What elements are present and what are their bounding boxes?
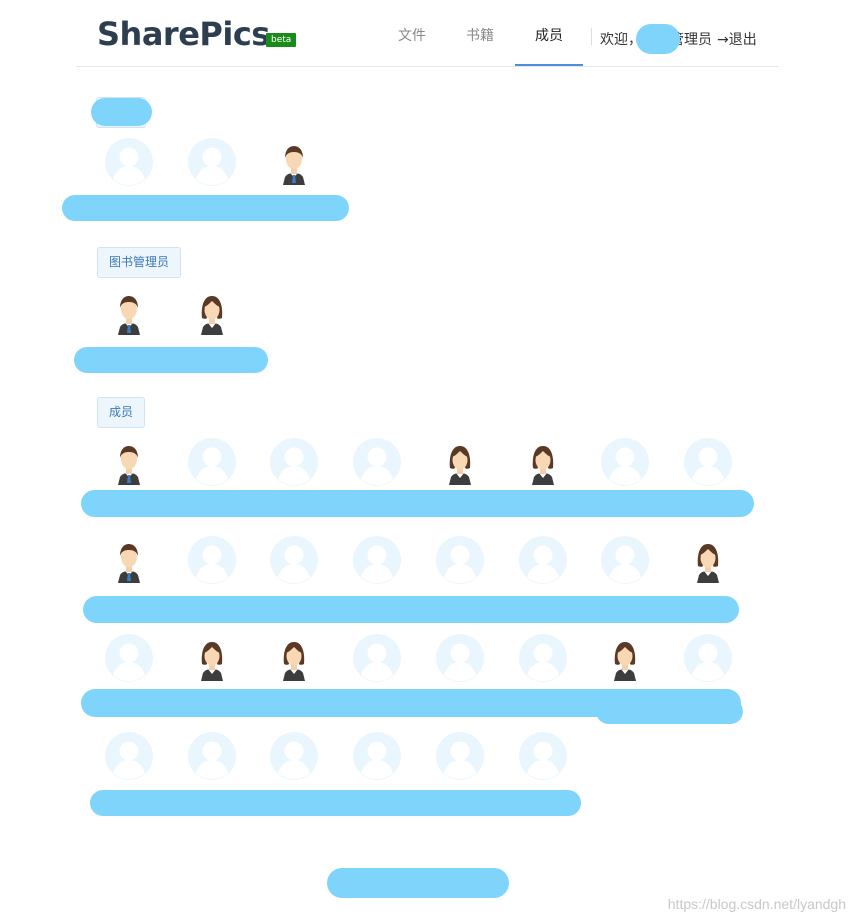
default-avatar-icon[interactable] [601, 438, 649, 486]
default-avatar-icon[interactable] [105, 138, 153, 186]
default-avatar-icon[interactable] [105, 634, 153, 682]
tab-files[interactable]: 文件 [382, 0, 442, 66]
redaction-names-row [81, 490, 754, 517]
redaction-names-row [90, 790, 581, 816]
female-avatar-icon[interactable] [519, 438, 567, 486]
redaction-group-tag [91, 98, 152, 126]
redaction-footer [327, 868, 509, 898]
default-avatar-icon[interactable] [519, 536, 567, 584]
group-tag-members: 成员 [97, 397, 146, 428]
default-avatar-icon[interactable] [601, 536, 649, 584]
default-avatar-icon[interactable] [519, 634, 567, 682]
default-avatar-icon[interactable] [353, 536, 401, 584]
default-avatar-icon[interactable] [105, 732, 153, 780]
beta-badge: beta [266, 33, 297, 47]
female-avatar-icon[interactable] [270, 634, 318, 682]
redaction-names-row [83, 596, 739, 623]
female-avatar-icon[interactable] [188, 634, 236, 682]
redaction-names-row [74, 347, 268, 373]
default-avatar-icon[interactable] [188, 438, 236, 486]
default-avatar-icon[interactable] [188, 536, 236, 584]
default-avatar-icon[interactable] [270, 438, 318, 486]
male-avatar-icon[interactable] [105, 438, 153, 486]
watermark: https://blog.csdn.net/lyandgh [667, 896, 846, 912]
female-avatar-icon[interactable] [684, 536, 732, 584]
default-avatar-icon[interactable] [188, 732, 236, 780]
female-avatar-icon[interactable] [188, 288, 236, 336]
logout-link[interactable]: →退出 [717, 29, 757, 49]
default-avatar-icon[interactable] [436, 536, 484, 584]
default-avatar-icon[interactable] [436, 732, 484, 780]
male-avatar-icon[interactable] [105, 536, 153, 584]
default-avatar-icon[interactable] [436, 634, 484, 682]
default-avatar-icon[interactable] [188, 138, 236, 186]
default-avatar-icon[interactable] [684, 634, 732, 682]
tab-books[interactable]: 书籍 [450, 0, 510, 66]
default-avatar-icon[interactable] [270, 732, 318, 780]
redaction-names-row [62, 195, 349, 221]
tab-members[interactable]: 成员 [515, 0, 583, 66]
male-avatar-icon[interactable] [270, 138, 318, 186]
default-avatar-icon[interactable] [353, 438, 401, 486]
app-logo[interactable]: SharePics [97, 15, 270, 53]
default-avatar-icon[interactable] [353, 732, 401, 780]
default-avatar-icon[interactable] [270, 536, 318, 584]
nav-divider [591, 28, 592, 45]
male-avatar-icon[interactable] [105, 288, 153, 336]
group-tag-librarians: 图书管理员 [97, 247, 182, 278]
female-avatar-icon[interactable] [601, 634, 649, 682]
default-avatar-icon[interactable] [519, 732, 567, 780]
female-avatar-icon[interactable] [436, 438, 484, 486]
redaction-username [636, 24, 680, 54]
default-avatar-icon[interactable] [684, 438, 732, 486]
redaction-names-row [596, 699, 743, 724]
default-avatar-icon[interactable] [353, 634, 401, 682]
